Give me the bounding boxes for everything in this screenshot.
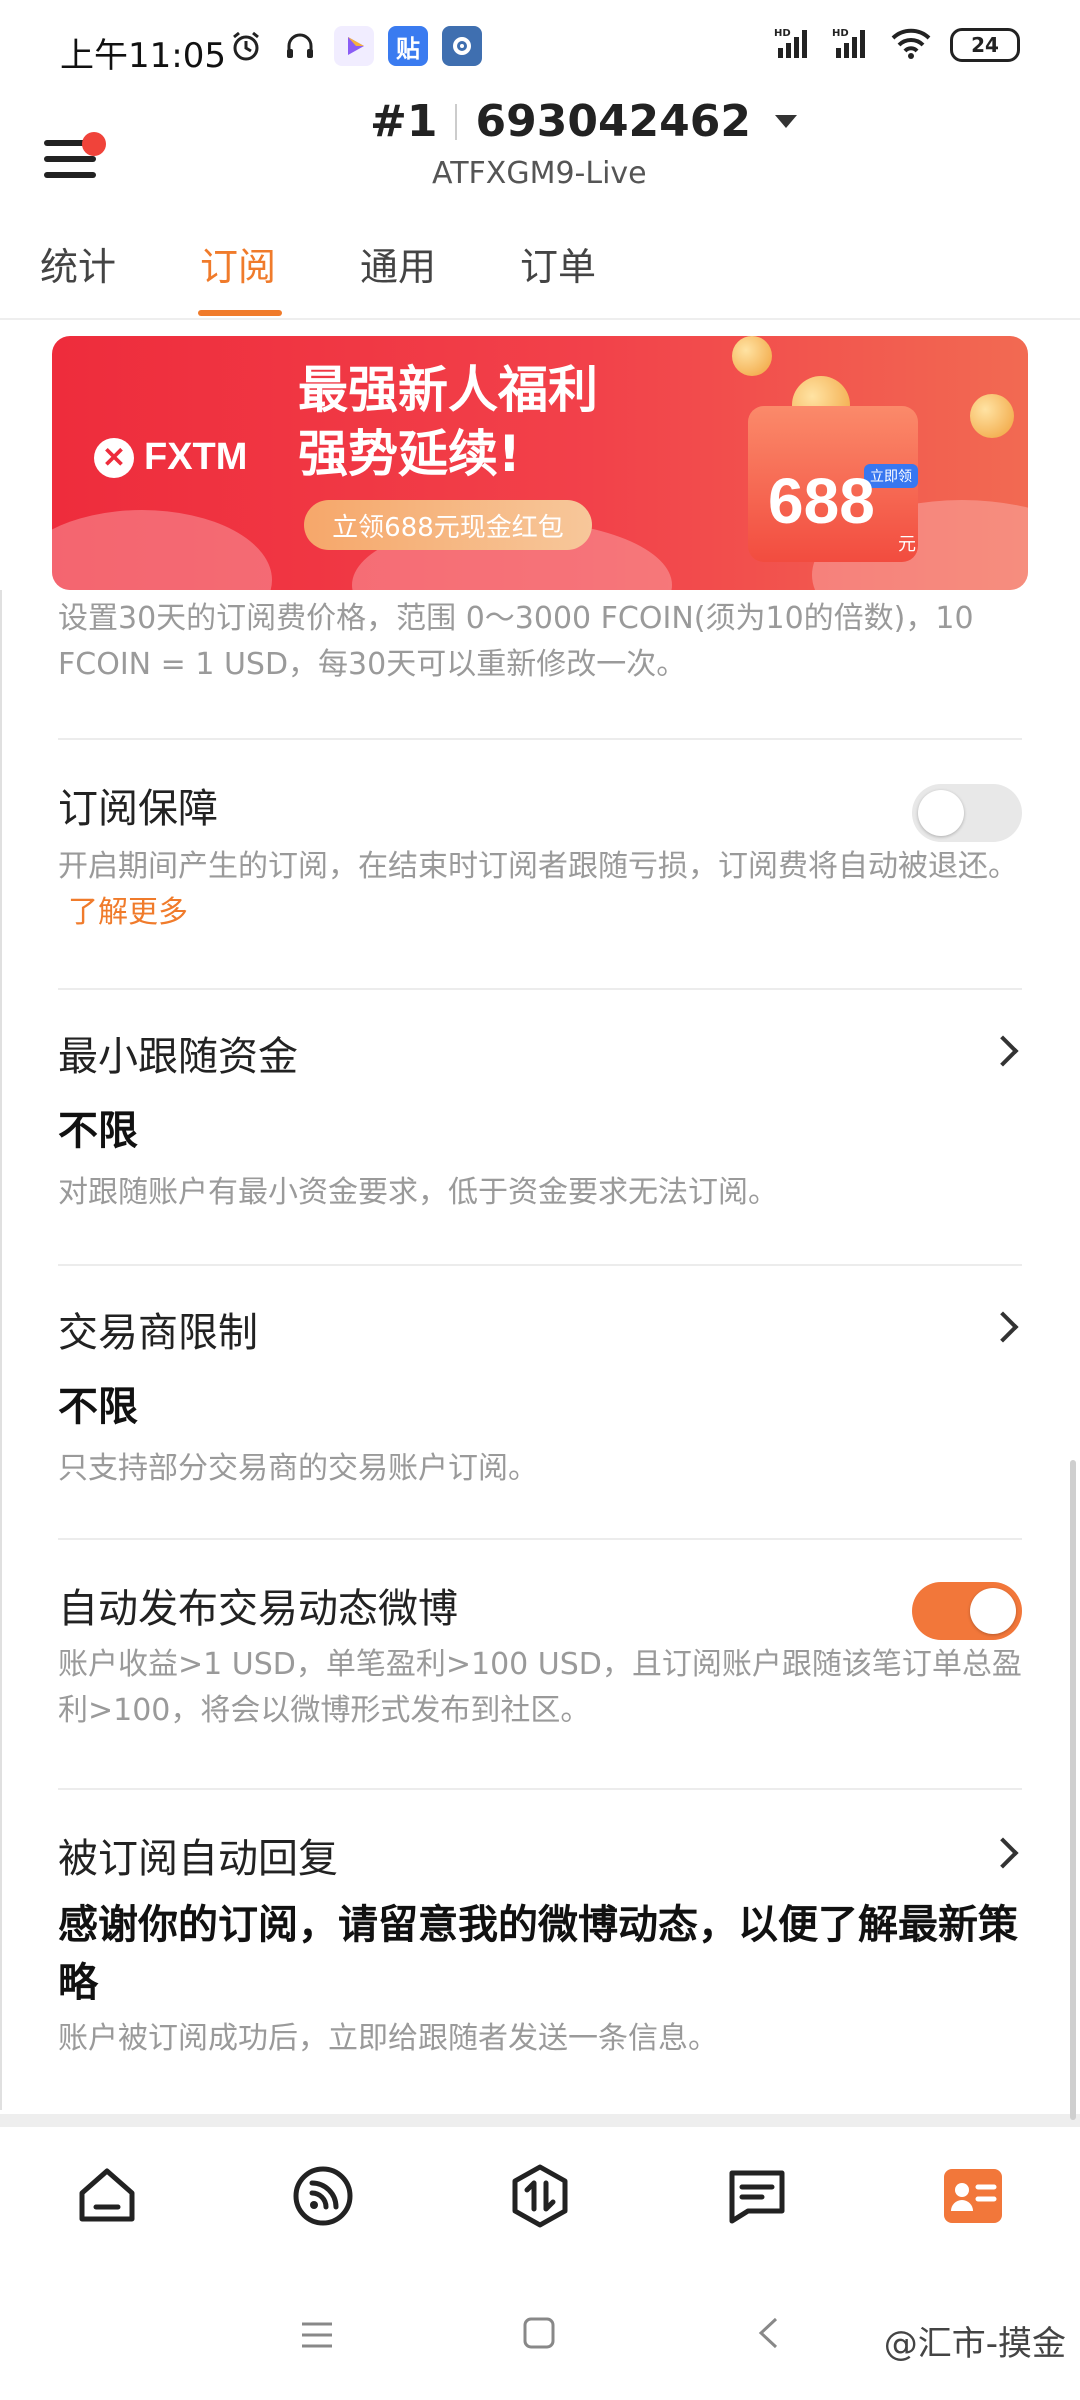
guarantee-description-text: 开启期间产生的订阅，在结束时订阅者跟随亏损，订阅费将自动被退还。: [58, 849, 1018, 884]
toggle-knob: [970, 1588, 1016, 1634]
banner-brand: FXTM: [144, 436, 248, 478]
message-icon[interactable]: [722, 2161, 792, 2231]
account-rank: #1: [370, 96, 438, 147]
server-name: ATFXGM9-Live: [432, 156, 647, 191]
menu-button[interactable]: [44, 118, 114, 188]
fee-section: 设置30天的订阅费价格，范围 0～3000 FCOIN(须为10的倍数)，10 …: [58, 590, 1022, 740]
chevron-down-icon: [775, 115, 798, 128]
menu-icon-bar: [44, 172, 96, 178]
fxtm-logo-icon: ✕: [94, 437, 134, 478]
banner-amount-unit: 元: [898, 534, 916, 555]
feed-icon[interactable]: [288, 2161, 358, 2231]
tab-general[interactable]: 通用: [360, 236, 436, 291]
tieba-app-icon: 贴: [388, 26, 428, 66]
auto-reply-description: 账户被订阅成功后，立即给跟随者发送一条信息。: [58, 2021, 718, 2056]
home-square-icon[interactable]: [522, 2316, 556, 2354]
scrollbar[interactable]: [1070, 1460, 1076, 2120]
banner-cloud: [52, 510, 272, 590]
guarantee-toggle[interactable]: [912, 784, 1022, 842]
auto-reply-title: 被订阅自动回复: [58, 1836, 338, 1882]
auto-reply-value: 感谢你的订阅，请留意我的微博动态，以便了解最新策略: [58, 1902, 1018, 2006]
banner-headline-1: 最强新人福利: [298, 361, 598, 419]
watermark: @汇市-摸金: [883, 2324, 1066, 2364]
account-separator: [455, 103, 458, 140]
system-navigation: @汇市-摸金: [0, 2266, 1080, 2400]
wifi-icon: [890, 26, 932, 64]
video-app-icon: [334, 26, 374, 66]
trade-icon[interactable]: [505, 2161, 575, 2231]
fxtm-logo: ✕ FXTM: [94, 436, 247, 479]
account-number: 693042462: [475, 96, 752, 147]
tab-subscription[interactable]: 订阅: [200, 236, 276, 291]
status-time: 上午11:05: [60, 36, 226, 76]
profile-card-icon[interactable]: [938, 2161, 1008, 2231]
content-bottom-divider: [0, 2114, 1080, 2126]
auto-weibo-section: 自动发布交易动态微博 账户收益>1 USD，单笔盈利>100 USD，且订阅账户…: [58, 1540, 1022, 1790]
signal-hd-2-icon: HD: [832, 26, 872, 64]
min-funds-title: 最小跟随资金: [58, 1034, 298, 1080]
broker-limit-section[interactable]: 交易商限制 不限 只支持部分交易商的交易账户订阅。: [58, 1266, 1022, 1540]
tab-statistics[interactable]: 统计: [40, 236, 116, 291]
tab-bar: 统计 订阅 通用 订单: [0, 232, 1080, 320]
svg-text:HD: HD: [774, 28, 791, 39]
signal-hd-1-icon: HD: [774, 26, 814, 64]
banner-headline: 最强新人福利 强势延续!: [298, 358, 598, 486]
back-icon[interactable]: [756, 2316, 780, 2354]
min-funds-section[interactable]: 最小跟随资金 不限 对跟随账户有最小资金要求，低于资金要求无法订阅。: [58, 990, 1022, 1266]
recent-apps-icon[interactable]: [300, 2320, 334, 2354]
alarm-icon: [226, 26, 266, 66]
coin-icon: [970, 394, 1014, 438]
menu-icon-bar: [44, 156, 96, 162]
status-system-icons: HD HD 24: [774, 26, 1020, 64]
bottom-navigation: [0, 2126, 1080, 2266]
subscription-settings: 设置30天的订阅费价格，范围 0～3000 FCOIN(须为10的倍数)，10 …: [0, 590, 1080, 2126]
auto-weibo-title: 自动发布交易动态微博: [58, 1586, 458, 1632]
guarantee-section: 订阅保障 开启期间产生的订阅，在结束时订阅者跟随亏损，订阅费将自动被退还。 了解…: [58, 740, 1022, 990]
min-funds-description: 对跟随账户有最小资金要求，低于资金要求无法订阅。: [58, 1175, 778, 1210]
guarantee-description: 开启期间产生的订阅，在结束时订阅者跟随亏损，订阅费将自动被退还。 了解更多: [58, 844, 1022, 936]
home-icon[interactable]: [72, 2161, 142, 2231]
banner-amount: 688: [768, 465, 875, 537]
broker-limit-description: 只支持部分交易商的交易账户订阅。: [58, 1451, 538, 1486]
svg-text:HD: HD: [832, 28, 849, 39]
banner-headline-2: 强势延续!: [298, 425, 521, 483]
status-bar: 上午11:05 贴 HD HD 24: [0, 0, 1080, 96]
tab-active-indicator: [198, 310, 282, 316]
learn-more-link[interactable]: 了解更多: [68, 895, 188, 930]
auto-weibo-toggle[interactable]: [912, 1582, 1022, 1640]
battery-icon: 24: [950, 28, 1020, 62]
coin-icon: [732, 336, 772, 376]
auto-weibo-description: 账户收益>1 USD，单笔盈利>100 USD，且订阅账户跟随该笔订单总盈利>1…: [58, 1647, 1022, 1728]
banner-pill: 立领688元现金红包: [304, 500, 592, 550]
content-border: [0, 590, 2, 2110]
min-funds-value: 不限: [58, 1108, 138, 1154]
broker-limit-title: 交易商限制: [58, 1310, 258, 1356]
fee-description: 设置30天的订阅费价格，范围 0～3000 FCOIN(须为10的倍数)，10 …: [58, 601, 974, 682]
notification-dot: [82, 132, 106, 156]
guarantee-title: 订阅保障: [58, 786, 218, 832]
broker-limit-value: 不限: [58, 1384, 138, 1430]
header: #1 693042462 ATFXGM9-Live: [0, 96, 1080, 206]
tab-orders[interactable]: 订单: [520, 236, 596, 291]
headset-icon: [280, 26, 320, 66]
settings-app-icon: [442, 26, 482, 66]
toggle-knob: [918, 790, 964, 836]
status-notification-icons: 贴: [226, 26, 482, 66]
account-selector[interactable]: #1 693042462: [370, 96, 798, 147]
auto-reply-section[interactable]: 被订阅自动回复 感谢你的订阅，请留意我的微博动态，以便了解最新策略 账户被订阅成…: [58, 1790, 1022, 2110]
promo-banner[interactable]: ✕ FXTM 最强新人福利 强势延续! 立领688元现金红包 立即领 688 元: [52, 336, 1028, 590]
